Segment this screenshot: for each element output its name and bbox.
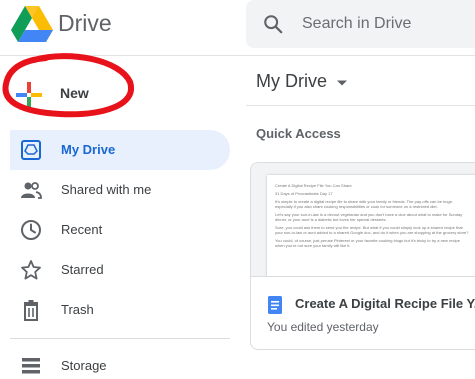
main-divider xyxy=(246,105,475,106)
sidebar-item-recent[interactable]: Recent xyxy=(10,210,230,250)
file-thumbnail[interactable]: Create A Digital Recipe File You Can Sha… xyxy=(251,163,475,277)
new-button[interactable]: New xyxy=(8,68,126,120)
people-icon xyxy=(21,182,42,199)
my-drive-icon xyxy=(21,140,41,160)
sidebar-item-label: Storage xyxy=(61,358,107,373)
chevron-down-icon[interactable] xyxy=(336,79,348,87)
star-icon xyxy=(21,260,41,280)
sidebar-item-label: Shared with me xyxy=(61,182,152,197)
sidebar-item-shared-with-me[interactable]: Shared with me xyxy=(10,170,230,210)
app-title: Drive xyxy=(58,10,112,36)
sidebar-divider xyxy=(10,338,230,339)
sidebar-item-storage[interactable]: Storage xyxy=(10,346,230,379)
preview-line: 31 Days of Procrastinate Day 17 xyxy=(275,191,333,196)
sidebar-item-trash[interactable]: Trash xyxy=(10,290,230,330)
sidebar-item-label: Trash xyxy=(61,302,94,317)
plus-icon xyxy=(16,82,42,108)
header-divider xyxy=(0,55,475,56)
section-heading: Quick Access xyxy=(256,126,341,141)
clock-icon xyxy=(21,220,41,240)
sidebar-item-my-drive[interactable]: My Drive xyxy=(10,130,230,170)
preview-line: Let's say your son-in-law is a devout ve… xyxy=(275,212,463,222)
new-button-label: New xyxy=(60,85,89,101)
preview-line: Create A Digital Recipe File You Can Sha… xyxy=(275,183,352,188)
sidebar-item-label: My Drive xyxy=(61,142,116,157)
file-meta: You edited yesterday xyxy=(267,320,379,334)
drive-logo-icon[interactable] xyxy=(10,4,54,44)
preview-line: It's simple to create a digital recipe f… xyxy=(275,199,454,209)
trash-icon xyxy=(24,300,38,321)
search-input[interactable] xyxy=(302,13,472,35)
file-card[interactable]: Create A Digital Recipe File You Can Sha… xyxy=(250,162,475,350)
storage-icon xyxy=(22,358,40,374)
docs-icon xyxy=(268,296,282,314)
search-bar[interactable] xyxy=(246,0,475,48)
document-preview: Create A Digital Recipe File You Can Sha… xyxy=(267,175,475,276)
file-name: Create A Digital Recipe File Y... xyxy=(295,296,475,311)
sidebar-item-label: Recent xyxy=(61,222,103,237)
preview-line: You could, of course, just peruse Pinter… xyxy=(275,238,460,248)
page-title[interactable]: My Drive xyxy=(256,71,327,92)
sidebar-item-starred[interactable]: Starred xyxy=(10,250,230,290)
sidebar-item-label: Starred xyxy=(61,262,104,277)
preview-line: Sure, you could ask them to send you the… xyxy=(275,225,469,235)
search-icon[interactable] xyxy=(262,13,284,35)
